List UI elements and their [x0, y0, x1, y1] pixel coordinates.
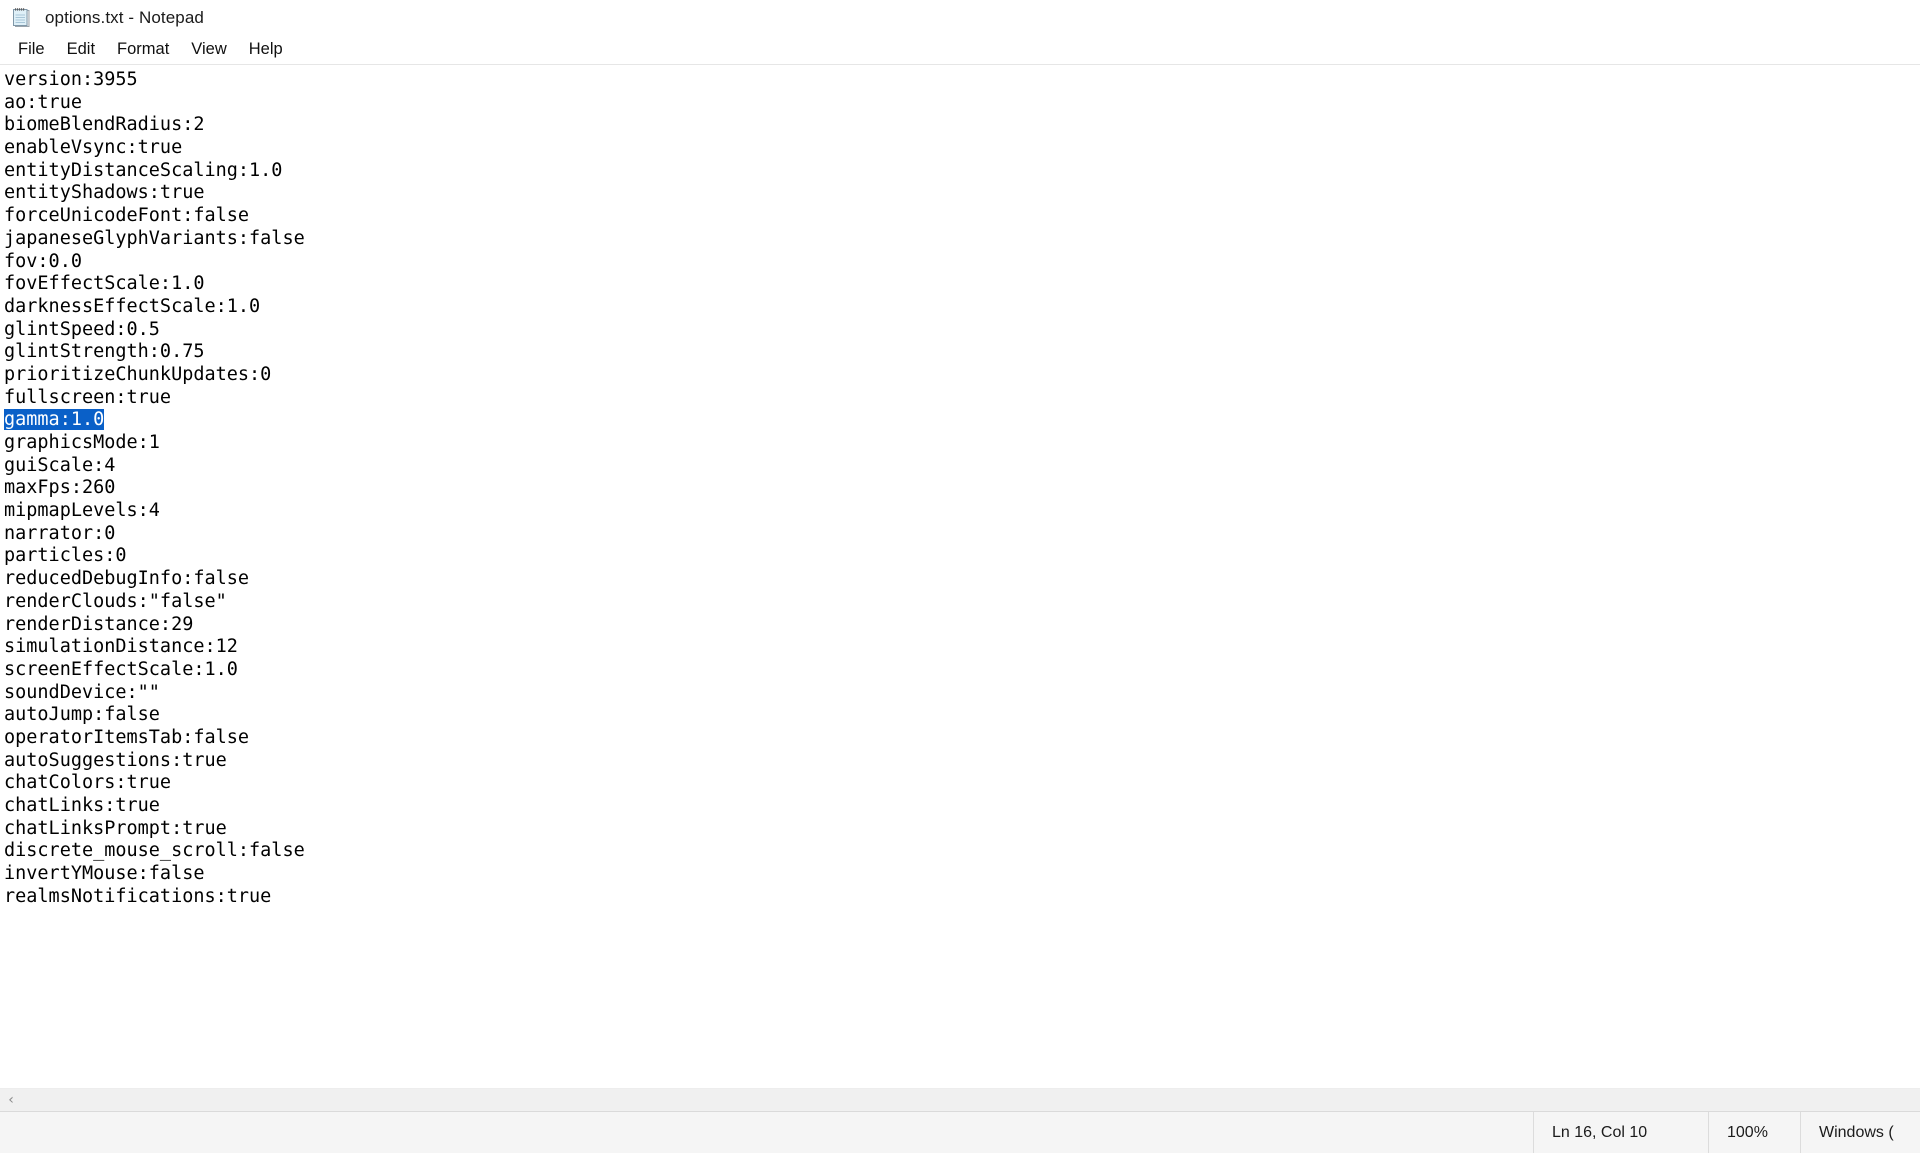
- text-line[interactable]: maxFps:260: [4, 477, 1920, 500]
- text-line[interactable]: entityDistanceScaling:1.0: [4, 160, 1920, 183]
- text-line[interactable]: autoSuggestions:true: [4, 750, 1920, 773]
- status-line-ending[interactable]: Windows (: [1800, 1112, 1920, 1153]
- text-line[interactable]: discrete_mouse_scroll:false: [4, 840, 1920, 863]
- text-line[interactable]: enableVsync:true: [4, 137, 1920, 160]
- text-line[interactable]: graphicsMode:1: [4, 432, 1920, 455]
- text-line[interactable]: autoJump:false: [4, 704, 1920, 727]
- menu-item-file[interactable]: File: [7, 38, 56, 62]
- text-line[interactable]: ao:true: [4, 92, 1920, 115]
- text-line[interactable]: mipmapLevels:4: [4, 500, 1920, 523]
- text-line[interactable]: screenEffectScale:1.0: [4, 659, 1920, 682]
- scroll-left-arrow-icon[interactable]: ‹: [0, 1089, 22, 1111]
- text-line[interactable]: realmsNotifications:true: [4, 886, 1920, 909]
- text-line[interactable]: invertYMouse:false: [4, 863, 1920, 886]
- status-zoom-level[interactable]: 100%: [1708, 1112, 1800, 1153]
- text-line[interactable]: glintStrength:0.75: [4, 341, 1920, 364]
- text-line[interactable]: japaneseGlyphVariants:false: [4, 228, 1920, 251]
- text-line[interactable]: renderClouds:"false": [4, 591, 1920, 614]
- text-line[interactable]: guiScale:4: [4, 455, 1920, 478]
- text-line[interactable]: soundDevice:"": [4, 682, 1920, 705]
- text-line[interactable]: glintSpeed:0.5: [4, 319, 1920, 342]
- text-line[interactable]: chatColors:true: [4, 772, 1920, 795]
- text-line[interactable]: darknessEffectScale:1.0: [4, 296, 1920, 319]
- text-line[interactable]: fov:0.0: [4, 251, 1920, 274]
- text-line[interactable]: fovEffectScale:1.0: [4, 273, 1920, 296]
- text-line[interactable]: narrator:0: [4, 523, 1920, 546]
- horizontal-scrollbar[interactable]: ‹: [0, 1088, 1920, 1111]
- selected-text[interactable]: gamma:1.0: [4, 409, 105, 431]
- text-line[interactable]: reducedDebugInfo:false: [4, 568, 1920, 591]
- horizontal-scrollbar-thumb[interactable]: [22, 1089, 1769, 1111]
- text-line[interactable]: chatLinksPrompt:true: [4, 818, 1920, 841]
- text-line[interactable]: operatorItemsTab:false: [4, 727, 1920, 750]
- notepad-icon: [10, 6, 34, 30]
- text-content[interactable]: version:3955 ao:true biomeBlendRadius:2 ena…: [0, 65, 1920, 908]
- text-editor[interactable]: version:3955 ao:true biomeBlendRadius:2 ena…: [0, 65, 1920, 1088]
- status-line-column[interactable]: Ln 16, Col 10: [1533, 1112, 1708, 1153]
- text-line[interactable]: entityShadows:true: [4, 182, 1920, 205]
- text-line[interactable]: gamma:1.0: [4, 409, 1920, 432]
- status-bar: Ln 16, Col 10 100% Windows (: [0, 1111, 1920, 1153]
- menu-item-edit[interactable]: Edit: [56, 38, 106, 62]
- text-line[interactable]: forceUnicodeFont:false: [4, 205, 1920, 228]
- menu-item-view[interactable]: View: [180, 38, 237, 62]
- text-line[interactable]: simulationDistance:12: [4, 636, 1920, 659]
- menu-item-help[interactable]: Help: [238, 38, 294, 62]
- text-line[interactable]: biomeBlendRadius:2: [4, 114, 1920, 137]
- window-title: options.txt - Notepad: [45, 8, 204, 27]
- notepad-window: options.txt - Notepad File Edit Format V…: [0, 0, 1920, 1153]
- menu-bar: File Edit Format View Help: [0, 36, 1920, 65]
- horizontal-scrollbar-track[interactable]: [22, 1089, 1920, 1111]
- title-bar: options.txt - Notepad: [0, 0, 1920, 36]
- text-line[interactable]: chatLinks:true: [4, 795, 1920, 818]
- text-line[interactable]: fullscreen:true: [4, 387, 1920, 410]
- text-line[interactable]: prioritizeChunkUpdates:0: [4, 364, 1920, 387]
- text-line[interactable]: particles:0: [4, 545, 1920, 568]
- text-line[interactable]: renderDistance:29: [4, 614, 1920, 637]
- text-line[interactable]: version:3955: [4, 69, 1920, 92]
- menu-item-format[interactable]: Format: [106, 38, 180, 62]
